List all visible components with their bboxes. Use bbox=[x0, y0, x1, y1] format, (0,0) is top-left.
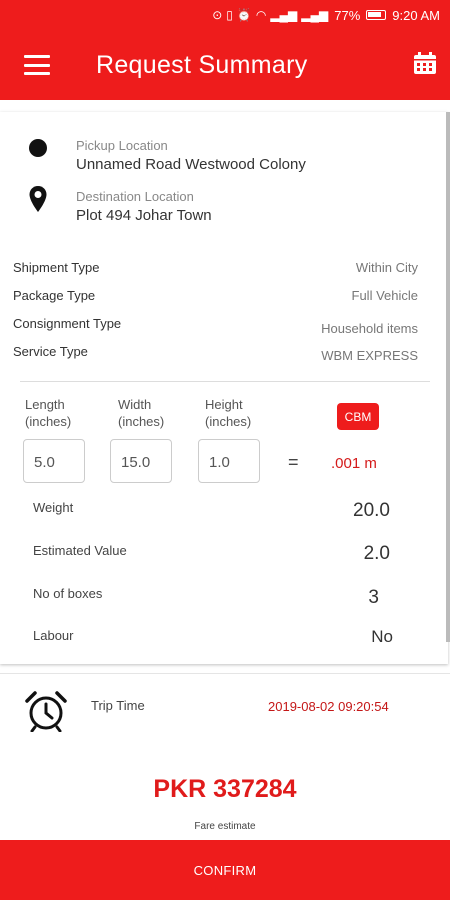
cbm-button[interactable]: CBM bbox=[337, 403, 379, 430]
package-type-value: Full Vehicle bbox=[351, 288, 418, 303]
menu-icon[interactable] bbox=[24, 55, 50, 75]
battery-icon bbox=[366, 10, 387, 20]
shipment-type-value: Within City bbox=[355, 260, 418, 275]
fare-estimate-label: Fare estimate bbox=[194, 821, 256, 832]
alarm-status-icon: ⏰ bbox=[236, 8, 252, 22]
consignment-type-value: Household items bbox=[321, 321, 418, 336]
fare-amount: PKR 337284 bbox=[153, 775, 297, 803]
app-bar: Request Summary bbox=[0, 30, 450, 100]
pickup-dot-icon bbox=[29, 139, 47, 157]
package-type-label: Package Type bbox=[13, 288, 96, 303]
status-time: 9:20 AM bbox=[392, 7, 440, 23]
summary-card bbox=[0, 112, 448, 664]
section-divider bbox=[0, 673, 450, 674]
estimated-value-label: Estimated Value bbox=[33, 543, 127, 558]
length-input[interactable]: 5.0 bbox=[23, 439, 85, 483]
destination-label: Destination Location bbox=[76, 189, 194, 204]
page-title: Request Summary bbox=[96, 50, 308, 79]
shipment-type-label: Shipment Type bbox=[13, 260, 100, 275]
service-type-value: WBM EXPRESS bbox=[321, 348, 418, 363]
labour-label: Labour bbox=[33, 628, 74, 643]
calendar-icon[interactable] bbox=[412, 50, 438, 76]
height-label: Height (inches) bbox=[205, 397, 252, 429]
signal-icon-2: ▂▄▆ bbox=[301, 8, 329, 22]
pickup-value: Unnamed Road Westwood Colony bbox=[76, 156, 306, 173]
weight-label: Weight bbox=[33, 500, 74, 515]
wifi-icon: ◠ bbox=[255, 8, 267, 22]
trip-time-value: 2019-08-02 09:20:54 bbox=[268, 699, 389, 714]
battery-percent: 77% bbox=[334, 7, 361, 23]
consignment-type-label: Consignment Type bbox=[13, 316, 122, 331]
status-bar: ⊙ ▯ ⏰ ◠ ▂▄▆ ▂▄▆ 77% 9:20 AM bbox=[0, 0, 450, 30]
width-label: Width (inches) bbox=[118, 397, 165, 429]
cbm-result: .001 m bbox=[331, 455, 377, 472]
trip-time-label: Trip Time bbox=[91, 698, 145, 713]
scrollbar[interactable] bbox=[446, 112, 450, 642]
height-input[interactable]: 1.0 bbox=[198, 439, 260, 483]
destination-value: Plot 494 Johar Town bbox=[76, 207, 212, 224]
service-type-label: Service Type bbox=[13, 344, 88, 359]
status-icons: ⊙ ▯ ⏰ ◠ ▂▄▆ ▂▄▆ bbox=[212, 8, 328, 22]
location-icon: ⊙ bbox=[212, 8, 223, 22]
boxes-value: 3 bbox=[368, 587, 379, 608]
boxes-label: No of boxes bbox=[33, 586, 103, 601]
labour-value: No bbox=[371, 627, 393, 646]
signal-icon: ▂▄▆ bbox=[270, 8, 298, 22]
length-label: Length (inches) bbox=[25, 397, 72, 429]
confirm-button[interactable]: CONFIRM bbox=[0, 840, 450, 900]
equals-sign: = bbox=[288, 452, 299, 472]
map-pin-icon bbox=[29, 186, 47, 212]
width-input[interactable]: 15.0 bbox=[110, 439, 172, 483]
divider bbox=[20, 381, 430, 382]
vibrate-icon: ▯ bbox=[226, 8, 233, 22]
estimated-value-value: 2.0 bbox=[363, 543, 390, 564]
weight-value: 20.0 bbox=[353, 500, 390, 521]
pickup-label: Pickup Location bbox=[76, 138, 168, 153]
alarm-clock-icon bbox=[25, 691, 67, 732]
